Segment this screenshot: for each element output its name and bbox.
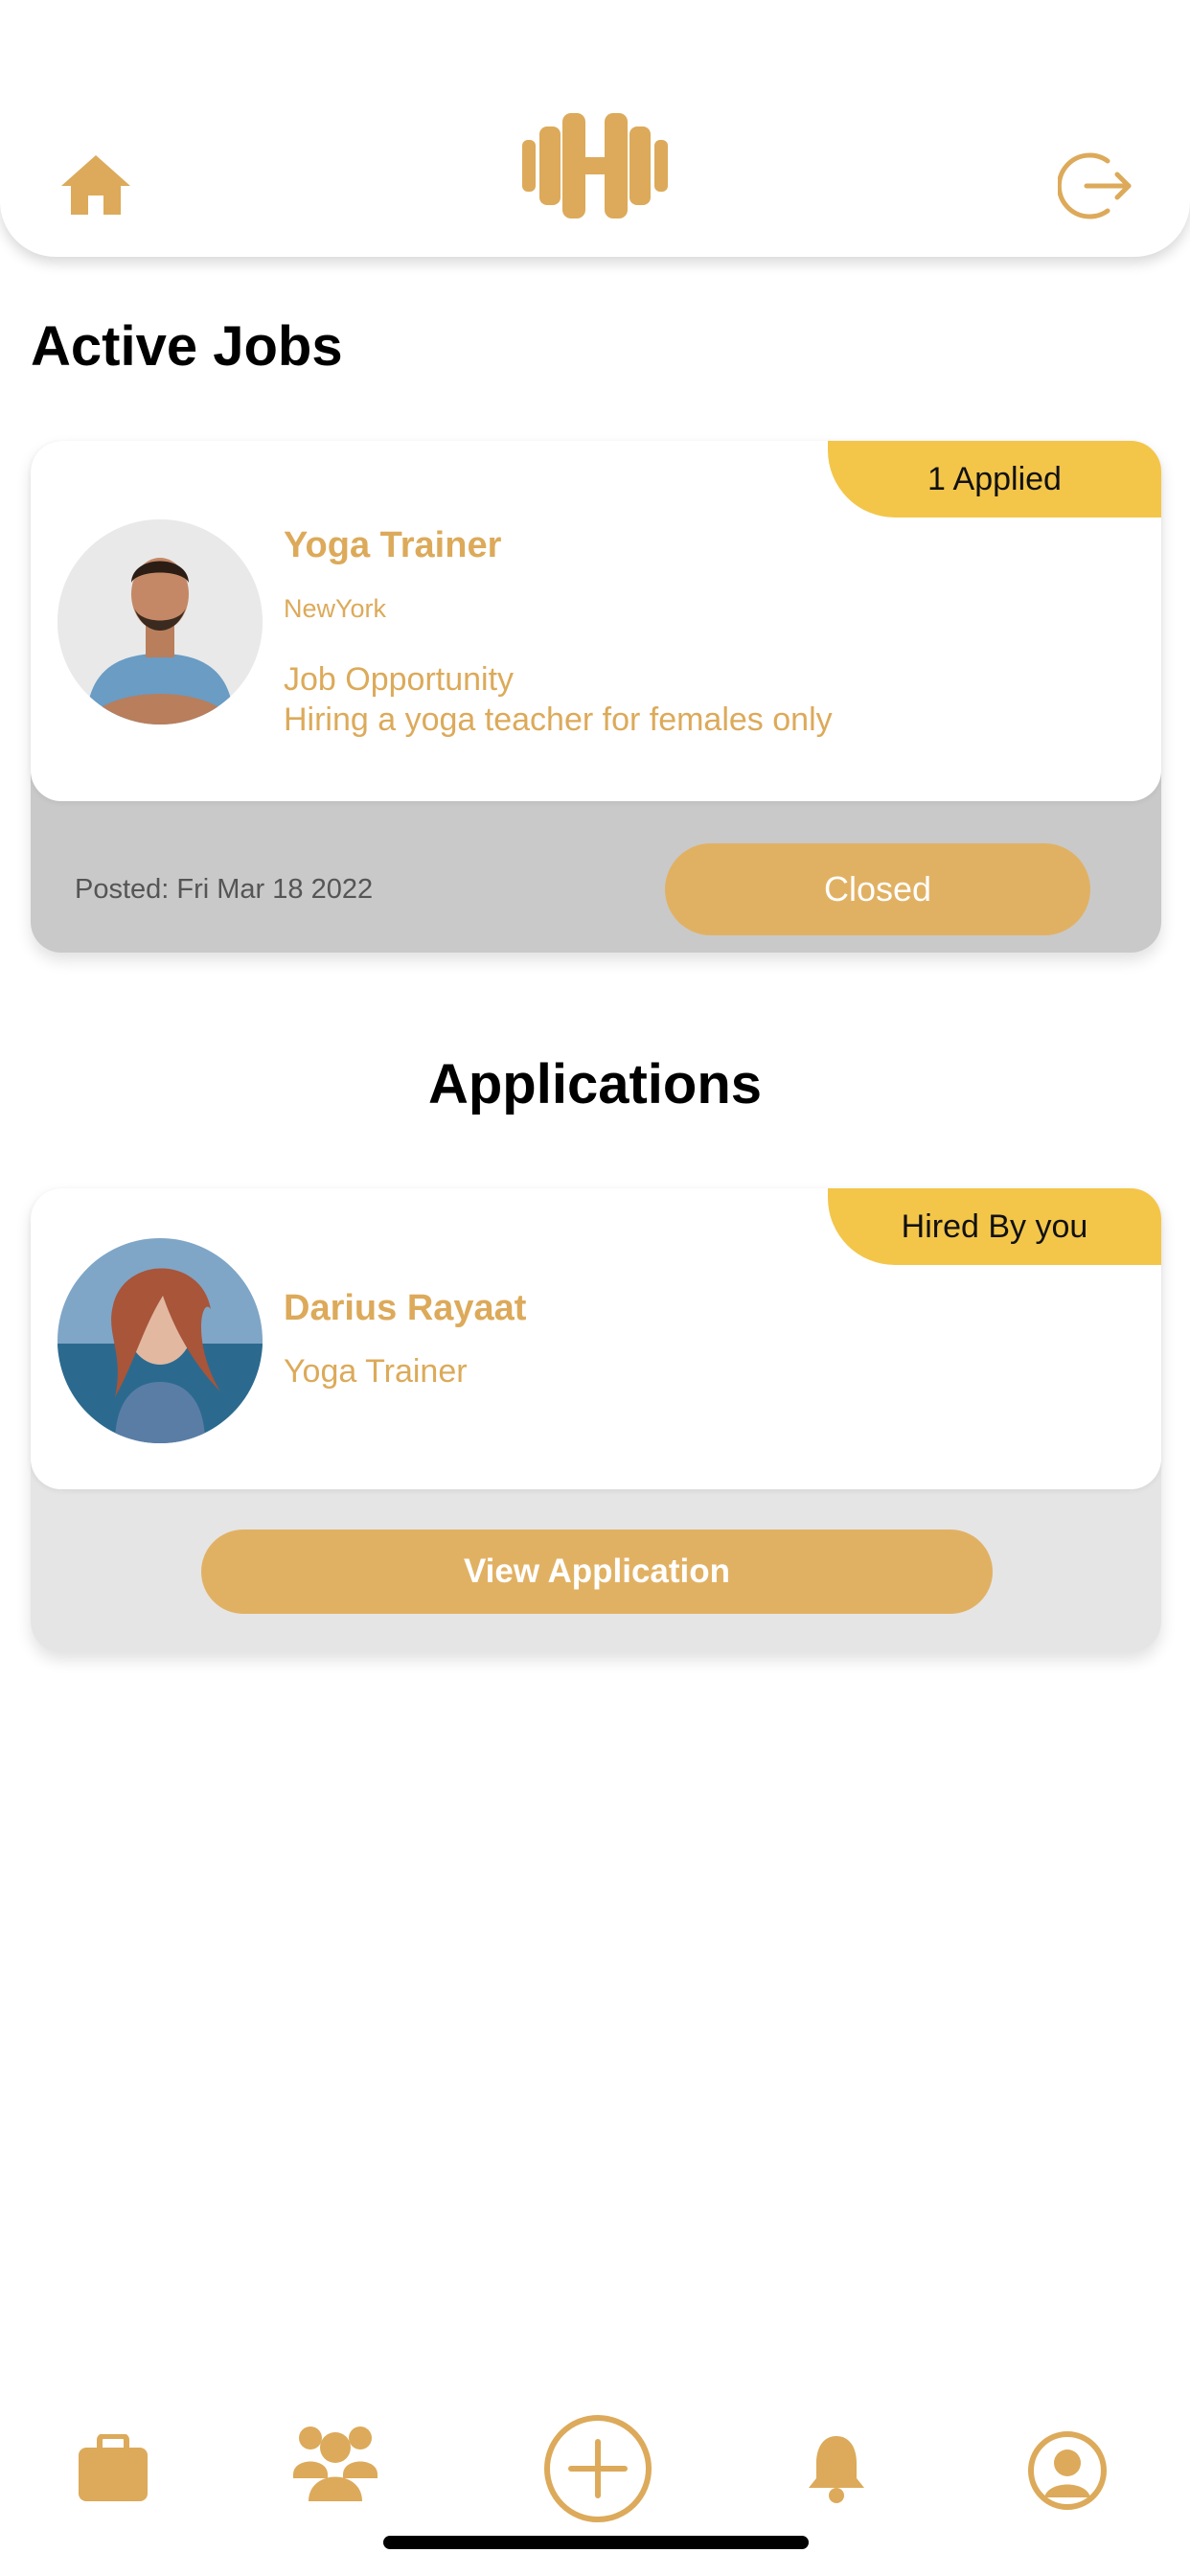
bell-icon[interactable] bbox=[807, 2434, 866, 2503]
top-header bbox=[0, 0, 1190, 257]
applicant-avatar bbox=[57, 1238, 263, 1443]
applicant-role: Yoga Trainer bbox=[284, 1353, 468, 1390]
hired-badge: Hired By you bbox=[828, 1188, 1161, 1265]
job-avatar bbox=[57, 519, 263, 724]
group-icon[interactable] bbox=[293, 2421, 378, 2501]
job-description-line2: Hiring a yoga teacher for females only bbox=[284, 702, 833, 738]
job-card[interactable]: 1 Applied Yoga Trainer NewYork Job Oppor… bbox=[31, 441, 1161, 953]
briefcase-icon[interactable] bbox=[77, 2433, 149, 2503]
logout-icon[interactable] bbox=[1056, 148, 1134, 224]
home-indicator bbox=[383, 2536, 809, 2549]
applied-badge: 1 Applied bbox=[828, 441, 1161, 518]
job-location: NewYork bbox=[284, 594, 387, 623]
job-card-body: 1 Applied Yoga Trainer NewYork Job Oppor… bbox=[31, 441, 1161, 801]
add-icon[interactable] bbox=[542, 2413, 653, 2524]
view-application-button[interactable]: View Application bbox=[201, 1530, 993, 1614]
profile-icon[interactable] bbox=[1027, 2430, 1108, 2511]
home-icon[interactable] bbox=[57, 151, 134, 220]
application-card-body: Hired By you Darius Rayaat Yoga Trainer bbox=[31, 1188, 1161, 1489]
closed-button[interactable]: Closed bbox=[665, 843, 1090, 935]
applicant-name: Darius Rayaat bbox=[284, 1288, 527, 1328]
applications-title: Applications bbox=[427, 1053, 763, 1116]
job-description-line1: Job Opportunity bbox=[284, 661, 515, 698]
job-posted-date: Posted: Fri Mar 18 2022 bbox=[75, 874, 374, 905]
application-card[interactable]: Hired By you Darius Rayaat Yoga Trainer … bbox=[31, 1188, 1161, 1652]
job-title: Yoga Trainer bbox=[284, 525, 502, 565]
dumbbell-logo-icon bbox=[522, 113, 668, 218]
active-jobs-title: Active Jobs bbox=[31, 315, 343, 378]
